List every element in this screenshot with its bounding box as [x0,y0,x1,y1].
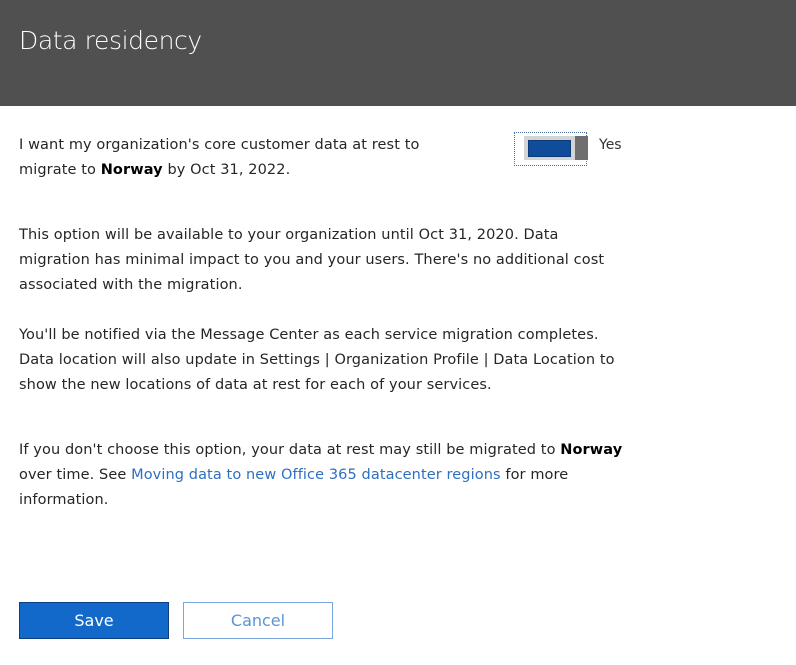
fallback-text-before: If you don't choose this option, your da… [19,442,561,458]
availability-info: This option will be available to your or… [19,227,605,293]
save-button[interactable]: Save [19,602,169,639]
notification-info: You'll be notified via the Message Cente… [19,327,615,393]
panel-title: Data residency [19,26,202,55]
fallback-text-middle: over time. See [19,467,132,483]
fallback-info: If you don't choose this option, your da… [19,438,629,513]
migration-region: Norway [100,162,163,178]
cancel-button[interactable]: Cancel [183,602,333,639]
toggle-state-label: Yes [599,137,622,153]
toggle-thumb[interactable] [575,136,588,160]
migration-option-text-after: by Oct 31, 2022. [162,162,291,178]
toggle-on-fill [528,140,571,157]
fallback-region: Norway [560,442,623,458]
panel-header: Data residency [0,0,796,106]
datacenter-regions-link[interactable]: Moving data to new Office 365 datacenter… [131,467,501,483]
migrate-toggle[interactable] [514,132,588,166]
migration-option-text: I want my organization's core customer d… [19,133,459,183]
toggle-track [524,136,588,160]
